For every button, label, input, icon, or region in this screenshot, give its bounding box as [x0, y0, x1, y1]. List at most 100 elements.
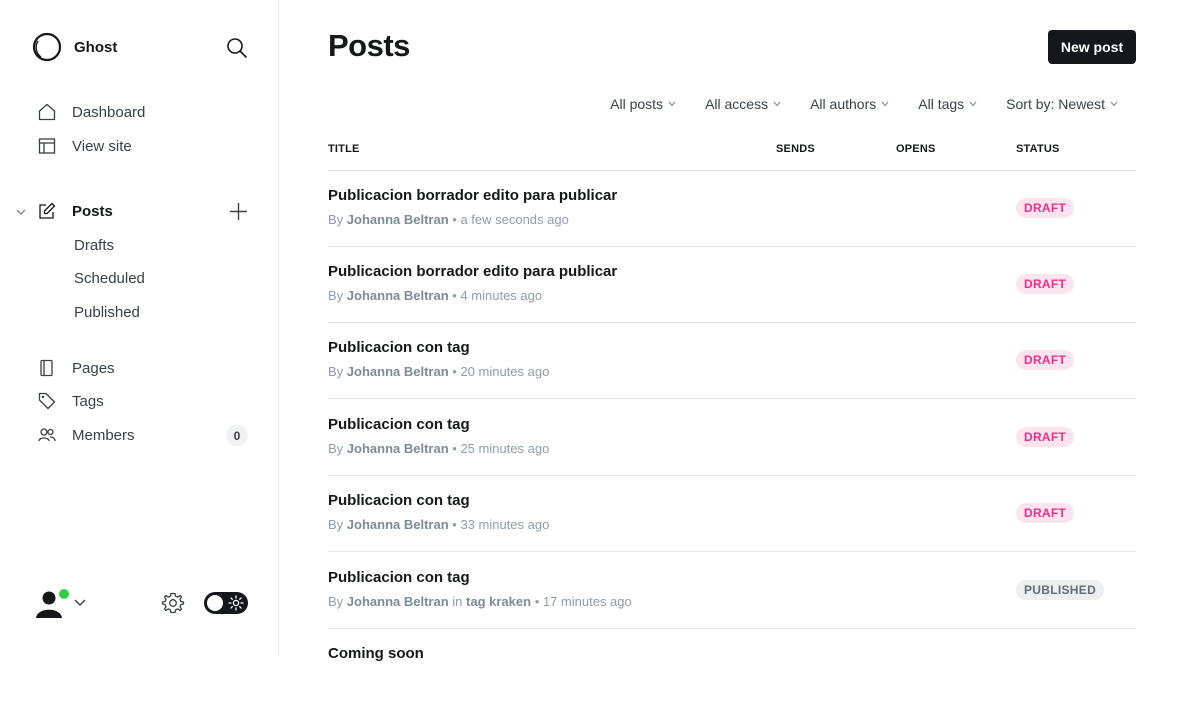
post-time: 33 minutes ago: [460, 517, 550, 532]
post-by: By: [328, 212, 344, 227]
post-author: Johanna Beltran: [346, 441, 449, 456]
filter-tags-dropdown[interactable]: All tags: [918, 96, 977, 112]
members-count-badge: 0: [226, 425, 248, 446]
post-in: in: [452, 594, 463, 609]
post-author: Johanna Beltran: [346, 212, 449, 227]
status-badge: DRAFT: [1016, 274, 1075, 294]
sidebar-item-label: Tags: [72, 392, 104, 410]
new-post-button[interactable]: New post: [1048, 30, 1136, 64]
column-header-status: STATUS: [1016, 143, 1060, 155]
post-time: a few seconds ago: [460, 212, 569, 227]
sidebar-item-label: Dashboard: [72, 103, 146, 121]
post-time: 20 minutes ago: [460, 364, 550, 379]
chevron-down-icon[interactable]: [15, 206, 27, 218]
tag-icon: [38, 392, 56, 410]
sort-dropdown[interactable]: Sort by: Newest: [1006, 96, 1118, 112]
page-icon: [40, 359, 53, 377]
members-icon: [38, 428, 56, 442]
chevron-down-icon: [773, 101, 781, 107]
post-author: Johanna Beltran: [346, 288, 449, 303]
post-meta: By Johanna Beltran • 4 minutes ago: [328, 288, 543, 303]
post-by: By: [328, 594, 344, 609]
post-meta: By Johanna Beltran • 33 minutes ago: [328, 517, 550, 532]
filter-label: All tags: [918, 96, 965, 112]
column-header-title: TITLE: [328, 143, 360, 155]
post-by: By: [328, 364, 344, 379]
filter-label: All posts: [610, 96, 664, 112]
sidebar-item-tags[interactable]: Tags: [38, 392, 104, 410]
sidebar-item-members[interactable]: Members: [38, 426, 135, 444]
brand[interactable]: Ghost: [32, 32, 117, 62]
filter-bar: All posts All access All authors All tag…: [581, 96, 1118, 112]
sidebar-item-label: Posts: [72, 202, 113, 220]
status-badge: DRAFT: [1016, 198, 1075, 218]
home-icon: [38, 103, 56, 121]
search-icon[interactable]: [226, 37, 248, 59]
chevron-down-icon: [1110, 101, 1118, 107]
post-title: Publicacion con tag: [328, 492, 470, 509]
post-by: By: [328, 441, 344, 456]
post-author: Johanna Beltran: [346, 594, 449, 609]
chevron-down-icon: [969, 101, 977, 107]
post-by: By: [328, 288, 344, 303]
chevron-down-icon: [881, 101, 889, 107]
chevron-down-icon[interactable]: [73, 597, 87, 609]
post-title: Publicacion con tag: [328, 416, 470, 433]
post-row[interactable]: Publicacion con tag By Johanna Beltran i…: [328, 552, 1136, 629]
sidebar-item-posts[interactable]: Posts: [38, 202, 113, 220]
filter-label: All access: [705, 96, 769, 112]
sidebar-item-published[interactable]: Published: [74, 304, 140, 321]
status-badge: DRAFT: [1016, 427, 1075, 447]
status-badge: DRAFT: [1016, 503, 1075, 523]
layout-icon: [38, 138, 56, 154]
post-meta: By Johanna Beltran in tag kraken • 17 mi…: [328, 594, 632, 609]
post-tag: tag kraken: [466, 594, 532, 609]
sidebar-item-dashboard[interactable]: Dashboard: [38, 103, 145, 121]
post-time: 17 minutes ago: [542, 594, 632, 609]
post-title: Publicacion con tag: [328, 569, 470, 586]
online-status-indicator: [57, 587, 71, 601]
post-row[interactable]: Publicacion con tag By Johanna Beltran •…: [328, 322, 1136, 399]
post-row[interactable]: Coming soon: [328, 628, 1136, 704]
post-row[interactable]: Publicacion borrador edito para publicar…: [328, 170, 1136, 247]
filter-access-dropdown[interactable]: All access: [705, 96, 781, 112]
post-author: Johanna Beltran: [346, 364, 449, 379]
sidebar-item-drafts[interactable]: Drafts: [74, 237, 114, 254]
column-header-sends: SENDS: [776, 143, 815, 155]
edit-icon: [39, 202, 56, 219]
post-time: 25 minutes ago: [460, 441, 550, 456]
ghost-logo-icon: [32, 32, 62, 62]
sun-icon: [228, 595, 244, 611]
table-header: TITLE SENDS OPENS STATUS: [328, 142, 1136, 171]
post-row[interactable]: Publicacion con tag By Johanna Beltran •…: [328, 475, 1136, 552]
sidebar-item-pages[interactable]: Pages: [38, 359, 115, 377]
post-title: Publicacion borrador edito para publicar: [328, 187, 618, 204]
post-title: Publicacion con tag: [328, 339, 470, 356]
gear-icon[interactable]: [161, 591, 185, 615]
filter-type-dropdown[interactable]: All posts: [610, 96, 676, 112]
column-header-opens: OPENS: [896, 143, 936, 155]
status-badge: DRAFT: [1016, 350, 1075, 370]
sidebar-item-label: View site: [72, 137, 132, 155]
post-by: By: [328, 517, 344, 532]
post-meta: By Johanna Beltran • 25 minutes ago: [328, 441, 550, 456]
filter-label: Sort by: Newest: [1006, 96, 1105, 112]
brand-name: Ghost: [74, 38, 118, 56]
theme-toggle[interactable]: [204, 592, 248, 614]
post-meta: By Johanna Beltran • 20 minutes ago: [328, 364, 550, 379]
post-row[interactable]: Publicacion borrador edito para publicar…: [328, 246, 1136, 323]
chevron-down-icon: [668, 101, 676, 107]
post-row[interactable]: Publicacion con tag By Johanna Beltran •…: [328, 399, 1136, 476]
sidebar: Ghost Dashboard View site Posts Drafts S…: [0, 0, 279, 655]
sidebar-item-scheduled[interactable]: Scheduled: [74, 270, 145, 287]
filter-authors-dropdown[interactable]: All authors: [810, 96, 889, 112]
post-author: Johanna Beltran: [346, 517, 449, 532]
post-time: 4 minutes ago: [460, 288, 543, 303]
sidebar-item-label: Members: [72, 426, 135, 444]
post-meta: By Johanna Beltran • a few seconds ago: [328, 212, 569, 227]
post-title: Publicacion borrador edito para publicar: [328, 263, 618, 280]
sidebar-item-view-site[interactable]: View site: [38, 137, 132, 155]
page-title: Posts: [328, 28, 410, 63]
plus-icon[interactable]: [228, 201, 249, 222]
toggle-knob: [207, 595, 223, 611]
